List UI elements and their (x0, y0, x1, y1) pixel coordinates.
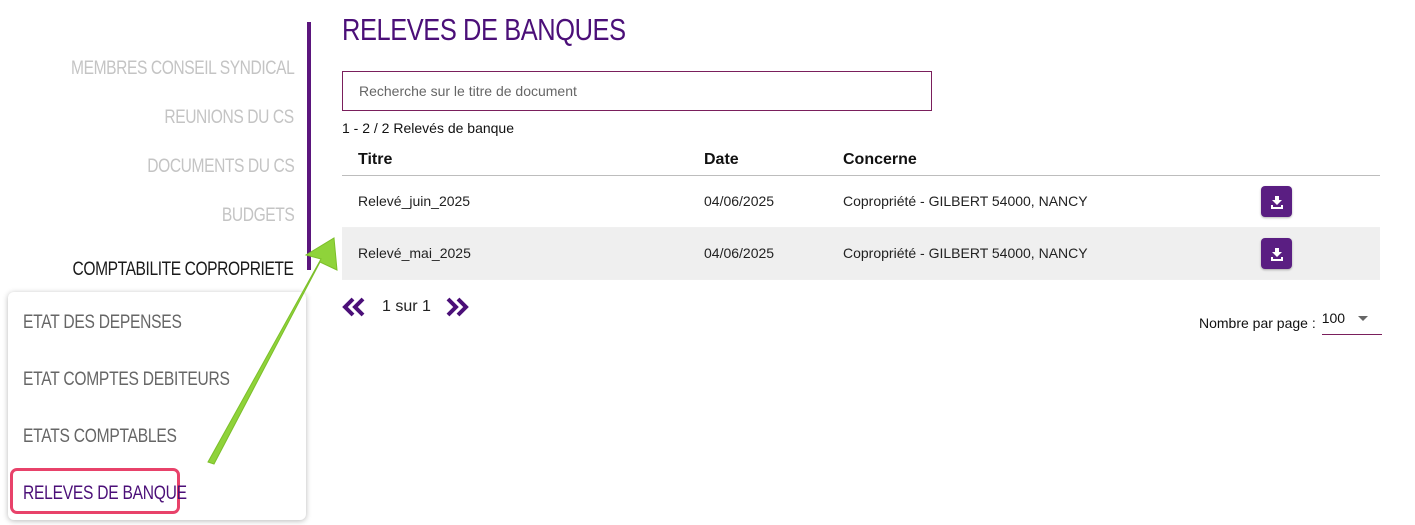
page-title: RELEVES DE BANQUES (342, 12, 626, 47)
search-input[interactable] (357, 82, 917, 100)
documents-table: Titre Date Concerne Relevé_juin_2025 04/… (342, 148, 1380, 280)
nav-item-membres-conseil[interactable]: MEMBRES CONSEIL SYNDICAL (71, 58, 295, 80)
pagination: 1 sur 1 (342, 296, 469, 318)
download-icon (1270, 247, 1283, 261)
per-page-value: 100 (1321, 310, 1346, 326)
per-page-label: Nombre par page : (1199, 314, 1316, 331)
double-chevron-left-icon (342, 297, 365, 317)
row-date: 04/06/2025 (704, 245, 775, 261)
page-indicator: 1 sur 1 (382, 298, 431, 315)
nav-item-comptabilite[interactable]: COMPTABILITE COPROPRIETE (73, 259, 294, 281)
column-header-title[interactable]: Titre (358, 151, 392, 169)
row-concerne: Copropriété - GILBERT 54000, NANCY (843, 245, 1088, 261)
previous-page-button[interactable] (342, 296, 366, 318)
double-chevron-right-icon (446, 297, 469, 317)
nav-item-documents-cs[interactable]: DOCUMENTS DU CS (147, 156, 294, 178)
per-page-control: Nombre par page : 100 (1199, 310, 1382, 335)
nav-item-reunions-cs[interactable]: REUNIONS DU CS (165, 107, 295, 129)
row-concerne: Copropriété - GILBERT 54000, NANCY (843, 193, 1088, 209)
nav-item-budgets[interactable]: BUDGETS (222, 205, 295, 227)
row-title: Relevé_juin_2025 (358, 193, 471, 209)
table-row: Relevé_juin_2025 04/06/2025 Copropriété … (342, 176, 1380, 228)
comptabilite-submenu: ETAT DES DEPENSES ETAT COMPTES DEBITEURS… (8, 292, 306, 520)
download-button[interactable] (1261, 238, 1292, 269)
download-button[interactable] (1261, 186, 1292, 217)
submenu-item-releves-banque[interactable]: RELEVES DE BANQUE (23, 483, 187, 505)
next-page-button[interactable] (445, 296, 469, 318)
row-title: Relevé_mai_2025 (358, 245, 471, 261)
caret-down-icon (1357, 316, 1368, 321)
submenu-item-etat-depenses[interactable]: ETAT DES DEPENSES (23, 312, 182, 334)
results-count: 1 - 2 / 2 Relevés de banque (342, 120, 515, 136)
nav-active-indicator (307, 22, 311, 270)
submenu-item-etats-comptables[interactable]: ETATS COMPTABLES (23, 426, 177, 448)
table-row: Relevé_mai_2025 04/06/2025 Copropriété -… (342, 228, 1380, 280)
sidebar-nav: MEMBRES CONSEIL SYNDICAL REUNIONS DU CS … (0, 0, 311, 525)
table-header: Titre Date Concerne (342, 148, 1380, 176)
per-page-select[interactable]: 100 (1321, 310, 1382, 335)
download-icon (1270, 195, 1283, 209)
column-header-date[interactable]: Date (704, 151, 739, 169)
row-date: 04/06/2025 (704, 193, 775, 209)
search-box (342, 71, 932, 111)
column-header-concerne[interactable]: Concerne (843, 151, 917, 169)
submenu-item-comptes-debiteurs[interactable]: ETAT COMPTES DEBITEURS (23, 369, 230, 391)
